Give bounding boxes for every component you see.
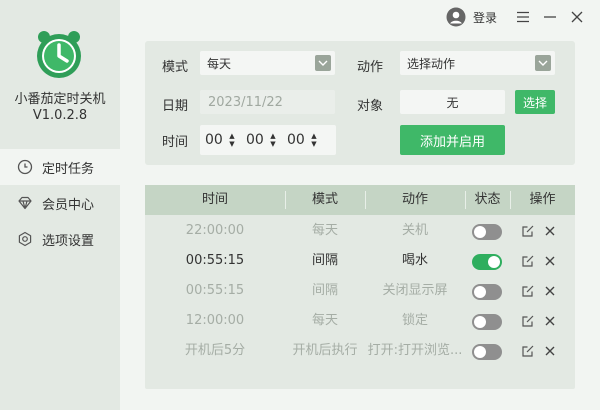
date-label: 日期 [162,99,189,114]
action-select[interactable]: 选择动作 [400,51,555,75]
edit-icon[interactable] [521,314,535,328]
table-row: 00:55:15 间隔 关闭显示屏 [145,276,575,306]
login-link[interactable]: 登录 [473,7,497,27]
row-mode: 间隔 [311,283,338,298]
row-action: 关闭显示屏 [382,283,448,298]
table-header: 时间 模式 动作 状态 操作 [145,185,575,215]
toggle-knob [488,256,500,268]
time-picker: 00 ▲ ▼ 00 ▲ ▼ 00 ▲ ▼ [200,125,336,155]
clock-icon [16,158,34,176]
mode-label: 模式 [162,60,189,75]
row-time: 22:00:00 [185,223,245,238]
task-table: 时间 模式 动作 状态 操作 22:00:00 每天 关机 00:55:15 间… [145,185,575,389]
target-label: 对象 [357,99,384,114]
minute-value[interactable]: 00 [246,132,268,148]
edit-icon[interactable] [521,284,535,298]
sidebar: 小番茄定时关机 V1.0.2.8 定时任务 会员中心 选项设置 [0,0,120,410]
row-time: 00:55:15 [185,283,245,298]
column-header-time: 时间 [201,192,228,207]
target-field[interactable]: 无 [400,90,505,114]
sidebar-item-membership[interactable]: 会员中心 [0,185,120,221]
row-mode: 每天 [311,223,338,238]
status-toggle[interactable] [472,284,502,300]
hour-value[interactable]: 00 [205,132,227,148]
status-toggle[interactable] [472,224,502,240]
column-header-mode: 模式 [311,192,338,207]
status-toggle[interactable] [472,344,502,360]
row-action: 喝水 [401,253,428,268]
status-toggle[interactable] [472,314,502,330]
hour-stepper-icon[interactable]: ▲ ▼ [227,132,237,148]
delete-icon[interactable] [543,254,557,268]
user-avatar-icon[interactable] [445,6,467,28]
sidebar-item-label: 会员中心 [42,197,95,213]
second-value[interactable]: 00 [287,132,309,148]
row-mode: 每天 [311,313,338,328]
toggle-knob [474,346,486,358]
sidebar-item-label: 定时任务 [42,161,95,177]
sidebar-item-options[interactable]: 选项设置 [0,221,120,257]
app-version: V1.0.2.8 [32,108,88,123]
row-action: 关机 [401,223,428,238]
table-row: 00:55:15 间隔 喝水 [145,246,575,276]
minimize-icon[interactable] [542,9,558,25]
status-toggle[interactable] [472,254,502,270]
row-mode: 开机后执行 [292,343,358,358]
toggle-knob [474,286,486,298]
settings-icon [16,230,34,248]
table-row: 12:00:00 每天 锁定 [145,306,575,336]
mode-select[interactable]: 每天 [200,51,335,75]
delete-icon[interactable] [543,344,557,358]
second-stepper-icon[interactable]: ▲ ▼ [309,132,319,148]
row-time: 00:55:15 [185,253,245,268]
close-icon[interactable] [569,9,585,25]
column-header-operations: 操作 [529,192,556,207]
row-time: 开机后5分 [184,343,246,358]
toggle-knob [474,316,486,328]
delete-icon[interactable] [543,314,557,328]
edit-icon[interactable] [521,254,535,268]
alarm-clock-logo-icon [37,31,81,78]
date-field[interactable]: 2023/11/22 [200,90,335,114]
task-form-panel: 模式 每天 动作 选择动作 日期 2023/11/22 对象 无 选择 时间 0… [145,41,575,165]
sidebar-item-label: 选项设置 [42,233,95,249]
toggle-knob [474,226,486,238]
row-action: 锁定 [401,313,428,328]
column-header-status: 状态 [474,192,501,207]
action-select-value: 选择动作 [407,56,456,71]
action-label: 动作 [357,60,384,75]
chevron-down-icon [315,55,331,71]
minute-stepper-icon[interactable]: ▲ ▼ [268,132,278,148]
add-and-enable-button[interactable]: 添加并启用 [400,125,505,155]
edit-icon[interactable] [521,224,535,238]
menu-icon[interactable] [515,9,531,25]
row-action: 打开:打开浏览... [367,343,463,358]
diamond-icon [16,194,34,212]
select-target-button[interactable]: 选择 [515,90,555,114]
edit-icon[interactable] [521,344,535,358]
table-row: 开机后5分 开机后执行 打开:打开浏览... [145,336,575,366]
row-time: 12:00:00 [185,313,245,328]
chevron-down-icon [535,55,551,71]
row-mode: 间隔 [311,253,338,268]
app-name: 小番茄定时关机 [14,92,106,107]
sidebar-item-scheduled-tasks[interactable]: 定时任务 [0,149,120,185]
table-row: 22:00:00 每天 关机 [145,216,575,246]
delete-icon[interactable] [543,284,557,298]
time-label: 时间 [162,135,189,150]
delete-icon[interactable] [543,224,557,238]
column-header-action: 动作 [401,192,428,207]
mode-select-value: 每天 [207,56,232,71]
